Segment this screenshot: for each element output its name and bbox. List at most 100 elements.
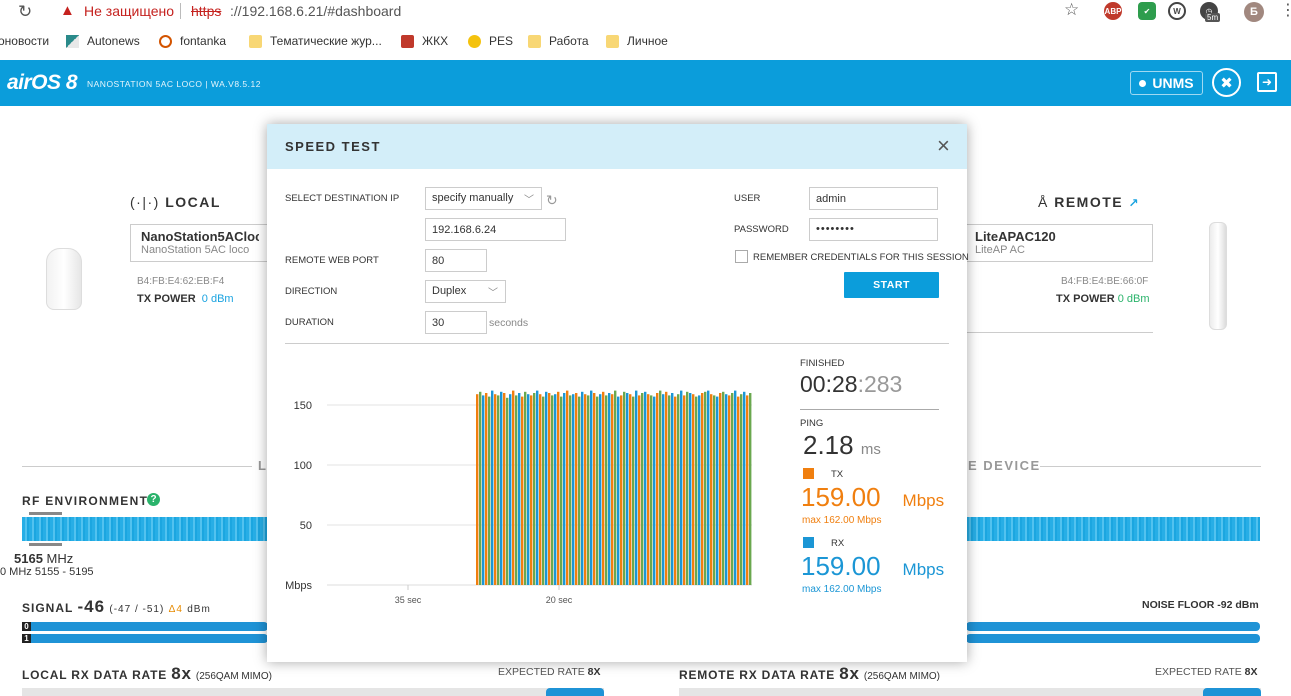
y-tick-label: 100 [294, 460, 312, 472]
speed-bar [497, 395, 500, 585]
bookmark-folder[interactable]: Личное [606, 34, 668, 48]
rx-label: RX [831, 538, 845, 549]
bookmark-item[interactable]: fontanka [159, 34, 226, 48]
speed-bar [584, 394, 587, 585]
speed-bar [485, 393, 488, 585]
speed-bar [605, 395, 608, 585]
divider [1040, 466, 1261, 467]
start-button[interactable]: START [844, 272, 939, 298]
remote-rate-bar [679, 688, 1261, 696]
bookmark-item[interactable]: ЖКХ [401, 34, 448, 48]
help-icon[interactable]: ? [147, 493, 160, 506]
speed-bar [476, 394, 479, 585]
refresh-icon[interactable]: ↻ [546, 192, 558, 209]
airos-logo[interactable]: airOS 8 [7, 71, 78, 95]
rf-spectrum-bar[interactable] [22, 517, 268, 541]
direction-select[interactable]: Duplex ﹀ [425, 280, 506, 303]
speed-bar [509, 394, 512, 585]
destination-select[interactable]: specify manually ﹀ [425, 187, 542, 210]
bookmark-folder[interactable]: Работа [528, 34, 589, 48]
tx-legend-swatch [803, 468, 814, 479]
destination-ip-input[interactable] [425, 218, 566, 241]
url-scheme[interactable]: https [191, 3, 221, 19]
bookmark-folder[interactable]: Тематические жур... [249, 34, 382, 48]
speed-bar [632, 396, 635, 585]
url-text[interactable]: ://192.168.6.21/#dashboard [230, 3, 401, 19]
external-link-icon[interactable]: ↗ [1129, 196, 1141, 210]
speed-bar [596, 396, 599, 585]
speed-bar [563, 393, 566, 585]
remote-rx-rate: REMOTE RX DATA RATE 8x (256QAM MIMO) [679, 664, 941, 683]
port-label: REMOTE WEB PORT [285, 255, 379, 266]
chain-index: 0 [22, 622, 31, 631]
security-status[interactable]: Не защищено [84, 3, 174, 19]
speed-bar [713, 395, 716, 585]
speed-bar [731, 393, 734, 585]
speed-bar [662, 394, 665, 585]
remote-device-box: LiteAPAC120 LiteAP AC [964, 224, 1153, 262]
user-label: USER [734, 193, 761, 204]
speed-bar [668, 395, 671, 585]
speed-bar [698, 395, 701, 585]
password-input[interactable]: •••••••• [809, 218, 938, 241]
bookmark-item[interactable]: PES [468, 34, 513, 48]
speed-bar [611, 394, 614, 585]
speed-bar [671, 393, 674, 585]
adblock-icon[interactable]: ABP [1104, 2, 1122, 20]
y-tick-label: 50 [300, 520, 312, 532]
jkh-icon [401, 34, 414, 48]
rf-spectrum-bar[interactable] [966, 517, 1260, 541]
reload-icon[interactable]: ↻ [18, 2, 32, 22]
duration-unit: seconds [489, 317, 529, 329]
local-device-box: NanoStation5ACloco NanoStation 5AC loco [130, 224, 270, 262]
tx-label: TX [831, 469, 844, 480]
wordpress-icon[interactable]: W [1168, 2, 1186, 20]
bookmark-item[interactable]: оновости [0, 34, 49, 48]
speed-bar [677, 394, 680, 585]
local-device-model: NanoStation 5AC loco [141, 244, 250, 256]
signal-chain-bar [966, 634, 1260, 643]
duration-label: DURATION [285, 317, 334, 328]
menu-icon[interactable]: ⋮ [1280, 0, 1291, 20]
speed-bar [650, 395, 653, 585]
elapsed-timer: 00:28:283 [800, 371, 903, 397]
speed-bar [743, 391, 746, 585]
speed-bar [683, 395, 686, 585]
speed-bar [569, 395, 572, 585]
y-tick-label: 150 [294, 400, 312, 412]
tools-icon[interactable]: ✖ [1212, 68, 1241, 97]
speed-bar [530, 395, 533, 585]
speed-bar [653, 396, 656, 585]
speed-bar [704, 391, 707, 585]
remember-checkbox[interactable] [735, 250, 748, 263]
duration-input[interactable] [425, 311, 487, 334]
speed-bar [659, 390, 662, 585]
speed-bar [572, 394, 575, 585]
remote-tx-power: TX POWER 0 dBm [1056, 293, 1150, 305]
rf-environment-title: RF ENVIRONMENT [22, 494, 149, 508]
noise-floor: NOISE FLOOR -92 dBm [1142, 599, 1259, 611]
speed-bar [728, 395, 731, 585]
destination-label: SELECT DESTINATION IP [285, 193, 400, 204]
bookmark-star-icon[interactable]: ☆ [1064, 0, 1079, 20]
bookmark-item[interactable]: Autonews [66, 34, 140, 48]
speed-bar [692, 394, 695, 585]
port-input[interactable] [425, 249, 487, 272]
speed-bar [587, 395, 590, 585]
lightbulb-icon [468, 34, 481, 48]
remote-mac: B4:FB:E4:BE:66:0F [1061, 276, 1149, 287]
x-tick-label: 20 sec [546, 595, 573, 605]
remote-device-name: LiteAPAC120 [975, 229, 1056, 244]
close-icon[interactable]: × [937, 135, 950, 157]
unms-button[interactable]: UNMS [1130, 71, 1203, 95]
profile-avatar[interactable]: Б [1244, 2, 1264, 22]
shield-icon[interactable]: ✔ [1138, 2, 1156, 20]
user-input[interactable] [809, 187, 938, 210]
logout-icon[interactable]: ➜ [1257, 72, 1277, 92]
warning-icon[interactable]: ▲ [60, 2, 75, 19]
speed-bar [527, 394, 530, 585]
speed-bar [548, 393, 551, 585]
rf-marker [29, 512, 62, 515]
ping-value: 2.18 ms [803, 430, 881, 460]
speed-bar [482, 395, 485, 585]
